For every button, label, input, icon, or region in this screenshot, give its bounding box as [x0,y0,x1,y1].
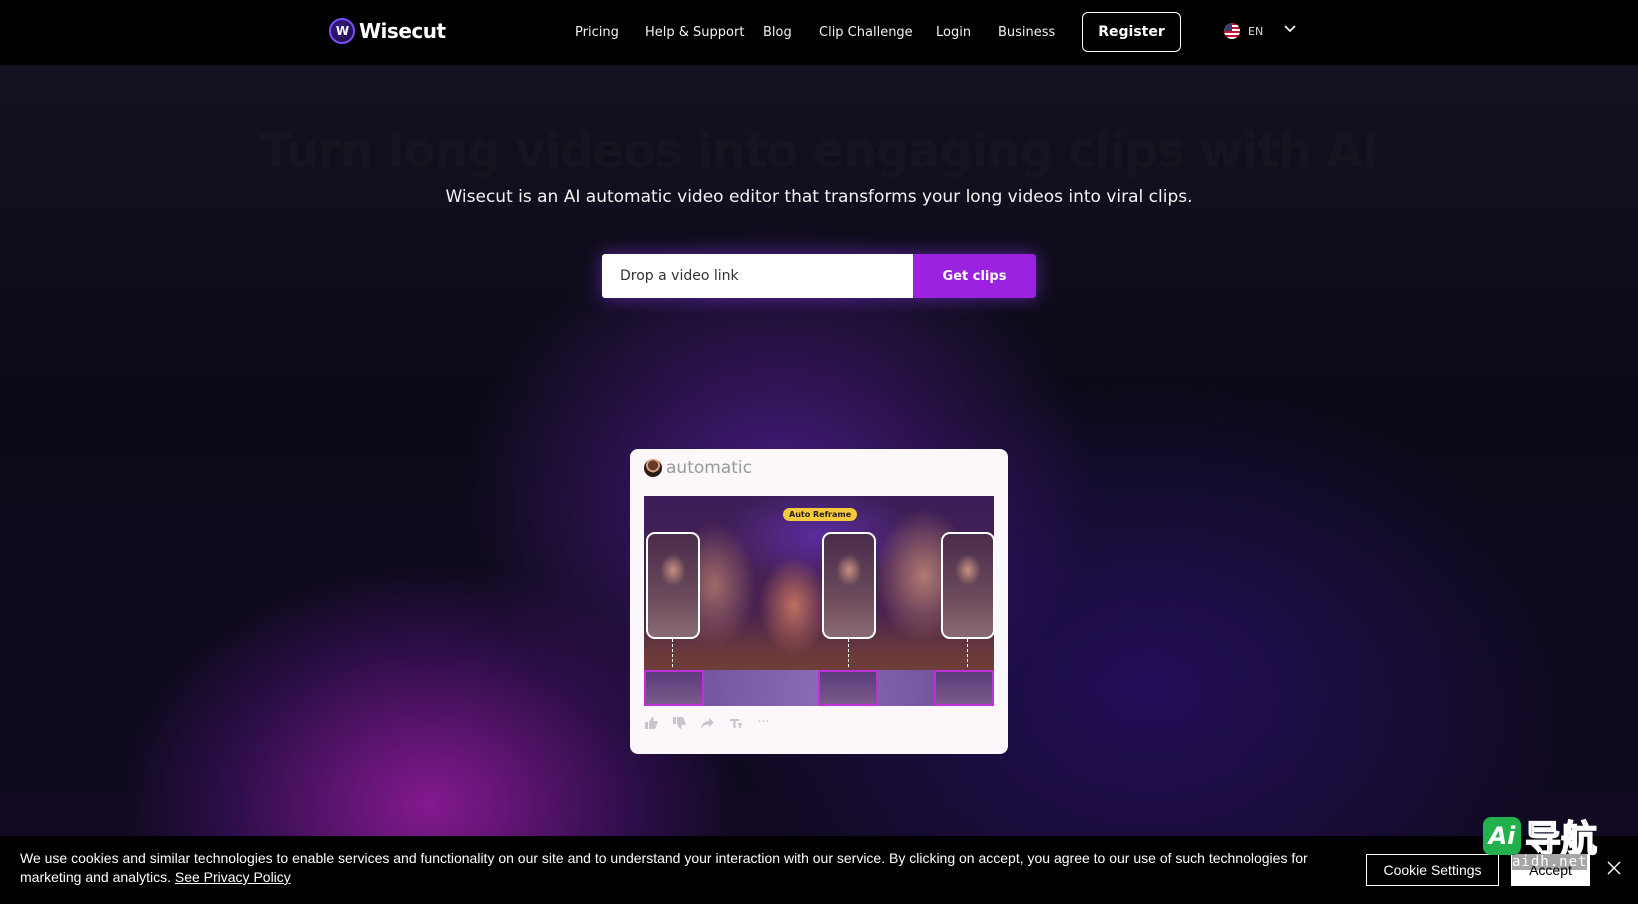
reframe-connector [967,639,968,667]
subtitles-icon [730,718,742,728]
demo-card-header: automatic [644,458,760,478]
nav-pricing[interactable]: Pricing [575,25,619,40]
cookie-settings-button[interactable]: Cookie Settings [1366,854,1499,886]
reframe-phone-3 [941,532,995,639]
timeline-clip-thumb [818,670,878,706]
cookie-message: We use cookies and similar technologies … [20,849,1360,887]
chevron-down-icon[interactable] [1283,22,1297,36]
timeline-clip-thumb [644,670,704,706]
demo-preview-card: automatic Auto Reframe ··· [630,449,1008,754]
reframe-connector [848,639,849,667]
share-icon [701,717,714,728]
demo-video-frame: Auto Reframe [644,496,995,706]
demo-highlight-word: automatic [666,458,760,478]
brand-logo[interactable]: W Wisecut [329,18,446,44]
nav-login[interactable]: Login [936,25,971,40]
close-icon[interactable] [1607,861,1621,875]
privacy-policy-link[interactable]: See Privacy Policy [175,869,291,885]
reframe-phone-2 [822,532,876,639]
timeline-clip-thumb [934,670,994,706]
demo-card-actions: ··· [644,715,769,730]
nav-help-support[interactable]: Help & Support [645,25,744,40]
register-button[interactable]: Register [1082,12,1181,52]
video-link-input[interactable] [602,254,913,298]
reframe-phone-1 [646,532,700,639]
hero-subtitle: Wisecut is an AI automatic video editor … [445,187,1193,207]
video-link-form: Get clips [602,254,1036,298]
site-header: W Wisecut Pricing Help & Support Blog Cl… [0,0,1638,65]
nav-business[interactable]: Business [998,25,1055,40]
get-clips-button[interactable]: Get clips [913,254,1036,298]
language-label: EN [1248,24,1264,38]
language-selector[interactable]: EN [1224,23,1263,39]
reframe-connector [672,639,673,667]
more-icon: ··· [757,715,770,730]
auto-reframe-badge: Auto Reframe [783,508,858,521]
nav-blog[interactable]: Blog [763,25,792,40]
logo-mark-icon: W [329,18,355,44]
watermark-logo: Ai [1483,817,1521,855]
avatar [644,459,662,477]
nav-clip-challenge[interactable]: Clip Challenge [819,25,913,40]
brand-name: Wisecut [359,19,446,43]
watermark-url: aidh.net [1512,854,1588,870]
us-flag-icon [1224,23,1240,39]
hero-title: Turn long videos into engaging clips wit… [259,124,1379,179]
thumb-down-icon [673,716,686,729]
thumb-up-icon [645,716,658,729]
